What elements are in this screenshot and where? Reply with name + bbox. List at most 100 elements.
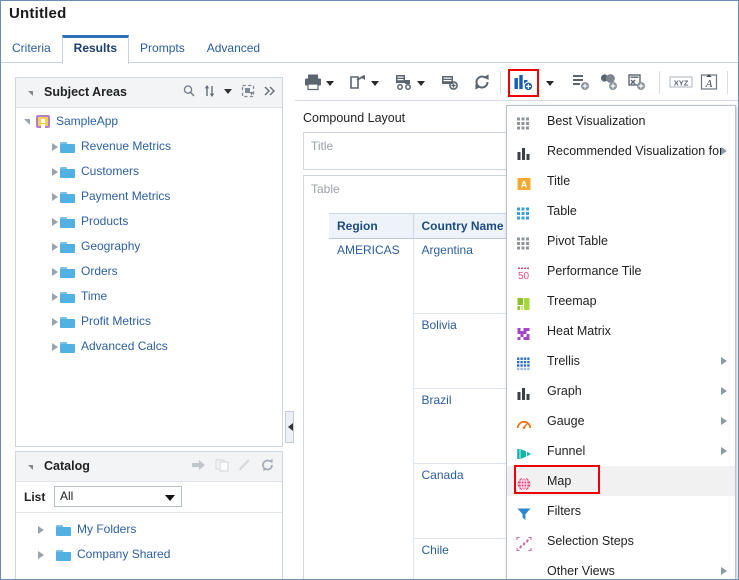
- folder-icon: [60, 241, 75, 253]
- chevron-down-icon[interactable]: [223, 84, 233, 101]
- refresh-button[interactable]: [472, 72, 492, 94]
- menu-item-label: Heat Matrix: [547, 324, 611, 338]
- menu-item-title[interactable]: A Title: [507, 166, 735, 196]
- tree-node-time[interactable]: Time: [16, 284, 282, 309]
- menu-item-graph[interactable]: Graph: [507, 376, 735, 406]
- catalog-list-select[interactable]: All: [54, 486, 182, 507]
- refresh-icon[interactable]: [260, 458, 276, 475]
- expand-arrow-icon[interactable]: [52, 193, 58, 201]
- filter-blue-icon: [516, 503, 532, 520]
- export-caret[interactable]: [371, 81, 379, 86]
- grid-gray-icon: [516, 233, 532, 250]
- heatmatrix-purple-icon: [516, 323, 532, 340]
- copy-icon[interactable]: [214, 458, 230, 475]
- menu-item-gauge[interactable]: Gauge: [507, 406, 735, 436]
- folder-icon: [60, 141, 75, 153]
- tree-node-advanced-calcs[interactable]: Advanced Calcs: [16, 334, 282, 359]
- print-button[interactable]: [303, 72, 323, 94]
- tree-node-revenue-metrics[interactable]: Revenue Metrics: [16, 134, 282, 159]
- catalog-node-my-folders[interactable]: My Folders: [16, 517, 282, 542]
- menu-item-trellis[interactable]: Trellis: [507, 346, 735, 376]
- menu-item-performance-tile[interactable]: 50 Performance Tile: [507, 256, 735, 286]
- tree-node-geography[interactable]: Geography: [16, 234, 282, 259]
- menu-item-label: Map: [547, 474, 572, 488]
- schedule-button[interactable]: [394, 72, 414, 94]
- folder-icon: [60, 316, 75, 328]
- expand-arrow-icon[interactable]: [52, 268, 58, 276]
- menu-item-filters[interactable]: Filters: [507, 496, 735, 526]
- chevron-down-icon: [165, 495, 175, 501]
- bars-dark-icon: [516, 143, 532, 160]
- arrow-right-icon[interactable]: [191, 458, 207, 475]
- xyz-button[interactable]: XYZ: [669, 72, 693, 94]
- sort-icon[interactable]: [203, 84, 216, 101]
- column-header-region[interactable]: Region: [329, 213, 414, 239]
- toolbar-separator: [659, 71, 660, 94]
- submenu-arrow-icon: [721, 387, 727, 395]
- catalog-node-company-shared[interactable]: Company Shared: [16, 542, 282, 567]
- menu-item-label: Recommended Visualization for: [547, 144, 724, 158]
- tree-node-sampleapp[interactable]: SampleApp: [16, 109, 282, 134]
- catalog-tree: My Folders Company Shared: [16, 513, 282, 567]
- tree-node-profit-metrics[interactable]: Profit Metrics: [16, 309, 282, 334]
- selection-steps-icon: [516, 533, 532, 552]
- expand-arrow-icon[interactable]: [52, 168, 58, 176]
- catalog-panel: Catalog List All My Folders Company Shar…: [15, 451, 283, 579]
- tab-results[interactable]: Results: [61, 35, 130, 64]
- menu-item-best-visualization[interactable]: Best Visualization: [507, 106, 735, 136]
- submenu-arrow-icon: [721, 447, 727, 455]
- catalog-title: Catalog: [44, 459, 90, 473]
- panel-splitter-handle[interactable]: [285, 411, 294, 443]
- menu-item-funnel[interactable]: Funnel: [507, 436, 735, 466]
- add-view-button[interactable]: [571, 72, 591, 94]
- menu-item-table[interactable]: Table: [507, 196, 735, 226]
- tree-node-products[interactable]: Products: [16, 209, 282, 234]
- expand-chevrons-icon[interactable]: [263, 84, 276, 101]
- expand-arrow-icon[interactable]: [52, 243, 58, 251]
- menu-item-treemap[interactable]: Treemap: [507, 286, 735, 316]
- expand-arrow-icon[interactable]: [52, 293, 58, 301]
- tab-advanced[interactable]: Advanced: [196, 35, 271, 62]
- collapse-triangle-icon[interactable]: [28, 91, 33, 96]
- add-group-button[interactable]: [599, 72, 619, 94]
- subject-area-icon: [36, 115, 50, 129]
- menu-item-selection-steps[interactable]: Selection Steps: [507, 526, 735, 556]
- menu-item-label: Funnel: [547, 444, 586, 458]
- title-view-box[interactable]: Title: [303, 132, 532, 170]
- tree-node-payment-metrics[interactable]: Payment Metrics: [16, 184, 282, 209]
- collapse-triangle-icon[interactable]: [28, 465, 33, 470]
- search-icon[interactable]: [182, 84, 196, 101]
- expand-arrow-icon[interactable]: [38, 526, 44, 534]
- expand-arrow-icon[interactable]: [52, 143, 58, 151]
- tab-criteria[interactable]: Criteria: [1, 35, 62, 62]
- svg-text:XYZ: XYZ: [674, 78, 689, 87]
- menu-item-recommended-visualization[interactable]: Recommended Visualization for: [507, 136, 735, 166]
- expand-arrow-icon[interactable]: [38, 551, 44, 559]
- schedule-caret[interactable]: [417, 81, 425, 86]
- expand-arrow-icon[interactable]: [52, 318, 58, 326]
- tab-prompts[interactable]: Prompts: [129, 35, 196, 62]
- expand-arrow-icon[interactable]: [52, 218, 58, 226]
- new-view-button[interactable]: [513, 73, 534, 95]
- tree-node-customers[interactable]: Customers: [16, 159, 282, 184]
- menu-item-map[interactable]: Map: [507, 466, 735, 496]
- new-view-caret[interactable]: [546, 81, 554, 86]
- svg-text:A: A: [521, 180, 528, 190]
- export-button[interactable]: [348, 72, 368, 94]
- menu-item-pivot-table[interactable]: Pivot Table: [507, 226, 735, 256]
- analysis-editor-window: Untitled Criteria Results Prompts Advanc…: [0, 0, 739, 580]
- refresh-tree-icon[interactable]: [240, 84, 256, 101]
- expand-arrow-icon[interactable]: [52, 343, 58, 351]
- print-caret[interactable]: [326, 81, 334, 86]
- menu-item-other-views[interactable]: Other Views: [507, 556, 735, 579]
- results-toolbar: XYZ A: [295, 65, 738, 101]
- subject-areas-header-icons: [175, 84, 276, 104]
- menu-item-heat-matrix[interactable]: Heat Matrix: [507, 316, 735, 346]
- edit-report-button[interactable]: [440, 72, 460, 94]
- funnel-teal-icon: [516, 443, 532, 459]
- tree-node-orders[interactable]: Orders: [16, 259, 282, 284]
- add-calculated-item-button[interactable]: [627, 72, 647, 94]
- menu-item-label: Title: [547, 174, 571, 188]
- edit-pencil-icon[interactable]: [237, 458, 253, 475]
- format-text-button[interactable]: A: [699, 72, 719, 94]
